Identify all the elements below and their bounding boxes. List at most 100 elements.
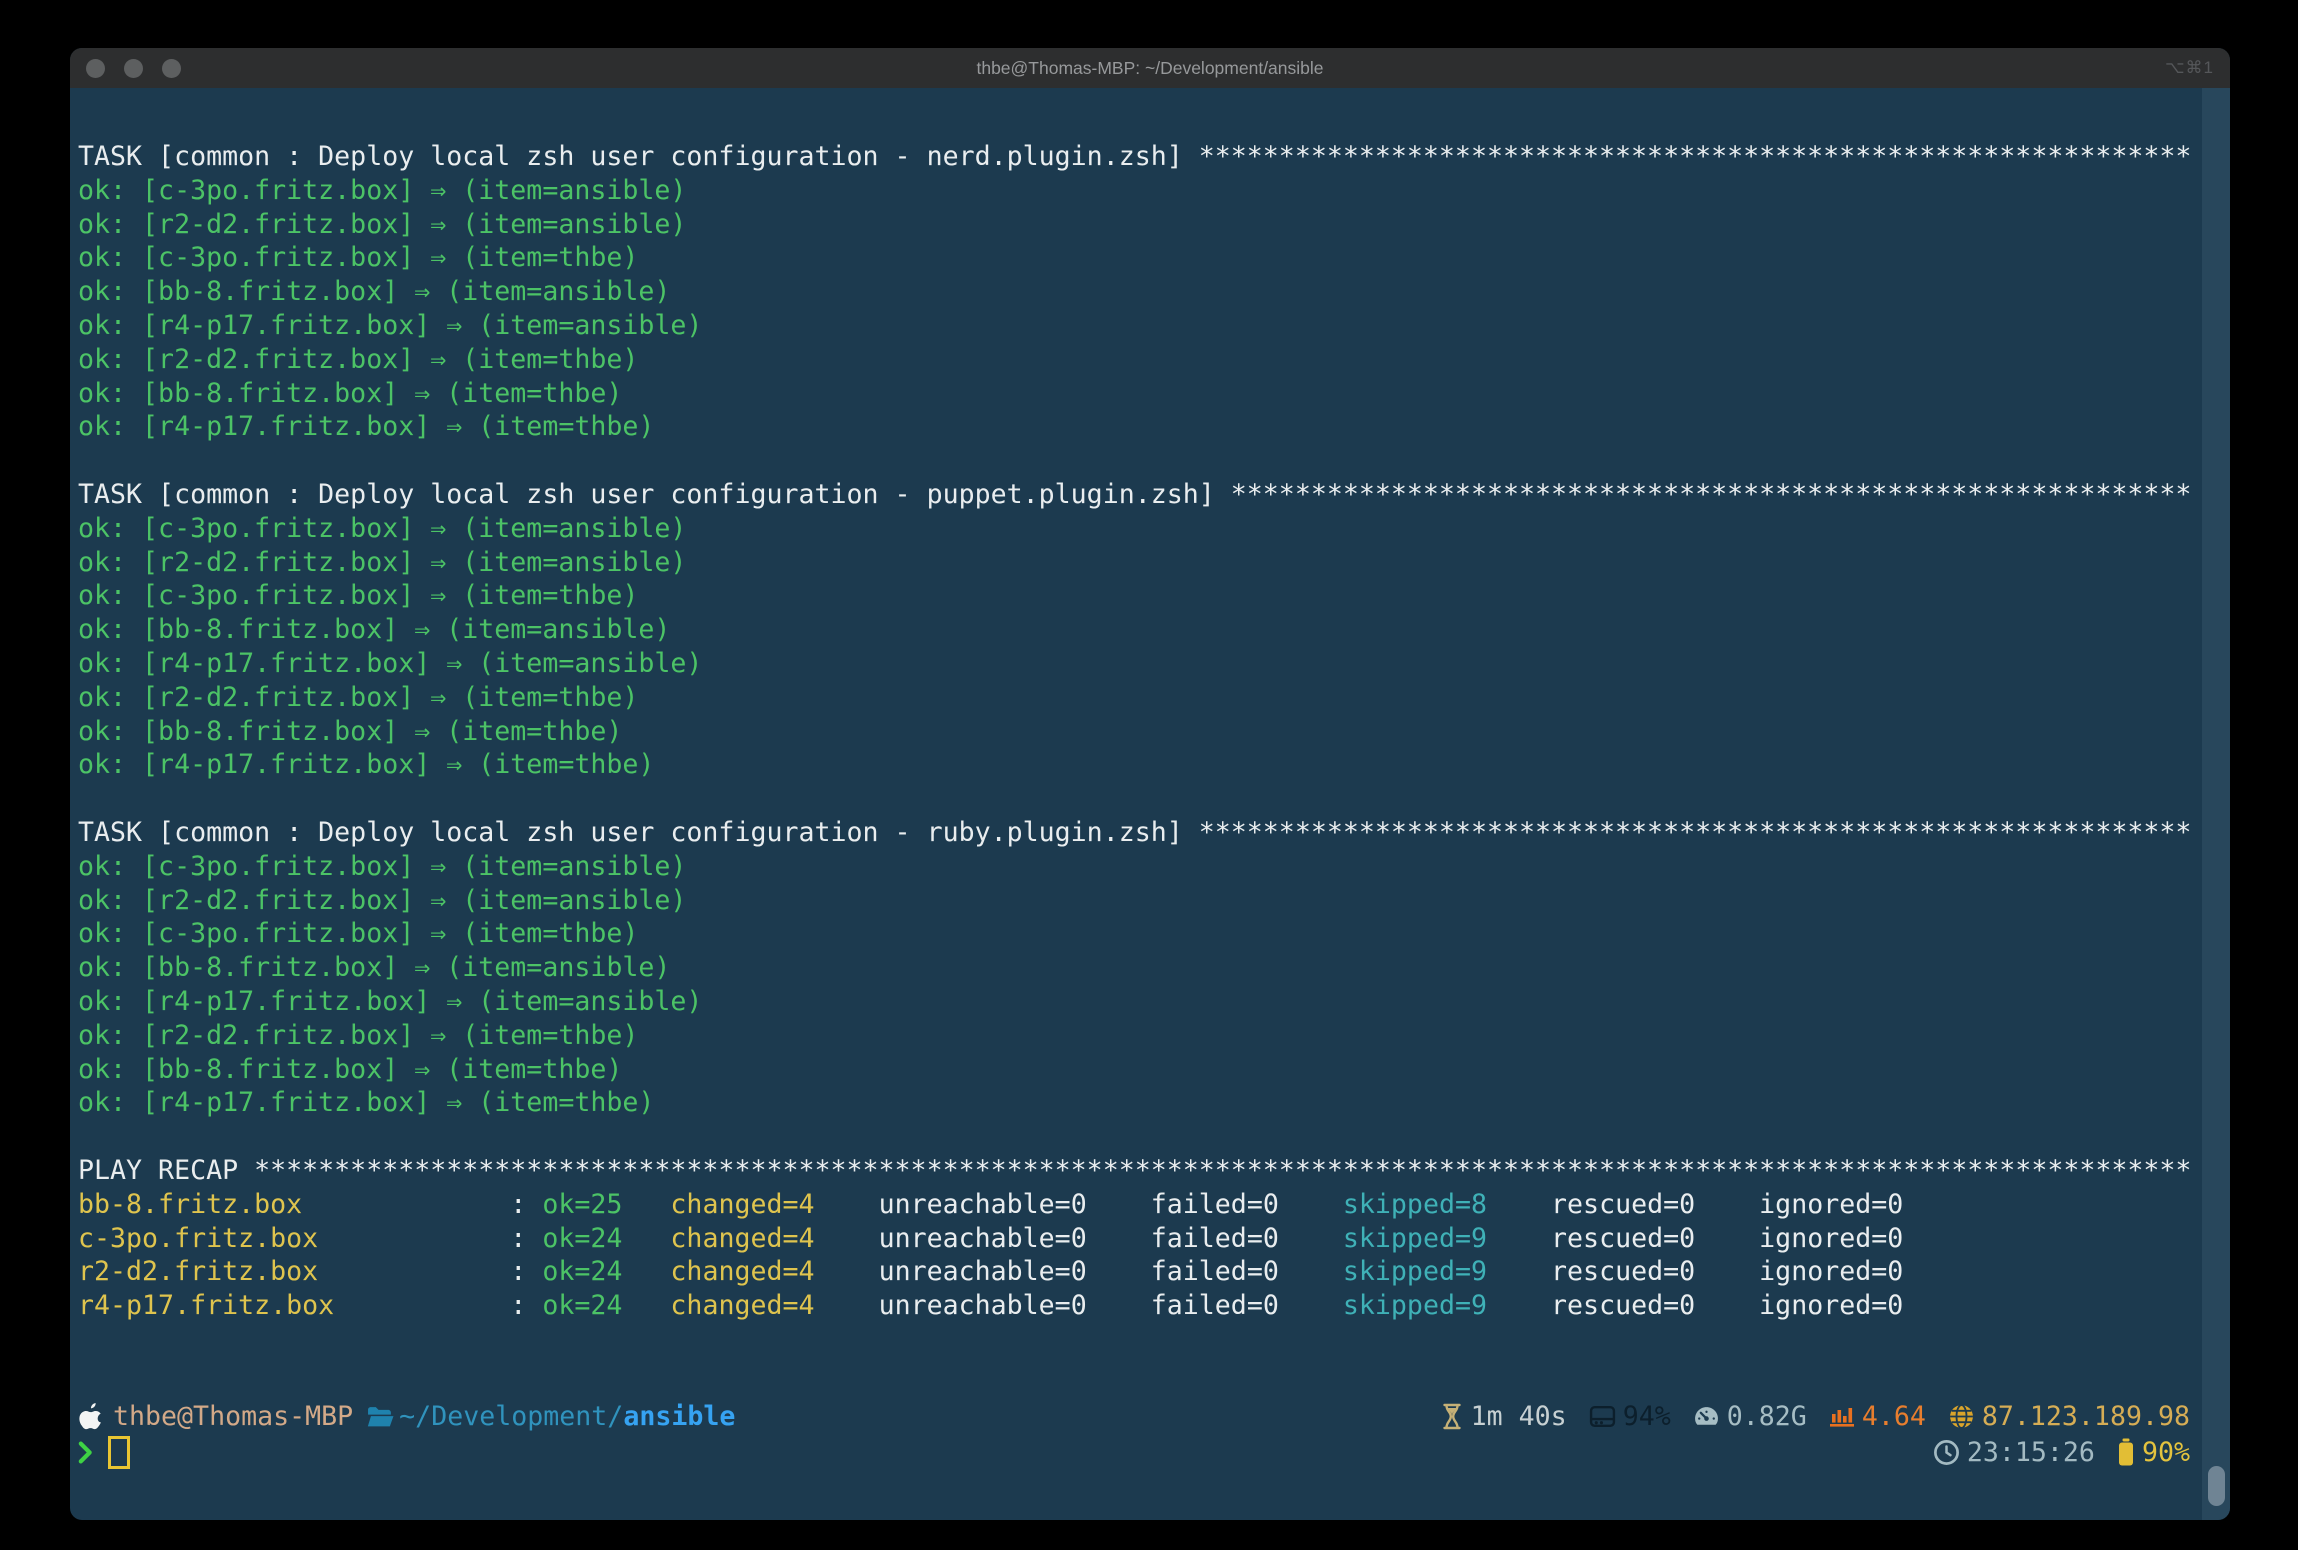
scrollbar-thumb[interactable] — [2208, 1466, 2225, 1506]
ok-line: ok: [r2-d2.fritz.box] ⇒ (item=ansible) — [78, 884, 2202, 918]
ok-line: ok: [r2-d2.fritz.box] ⇒ (item=thbe) — [78, 343, 2202, 377]
task-header-line: TASK [common : Deploy local zsh user con… — [78, 140, 2202, 174]
terminal-text: ok=24 — [542, 1256, 670, 1287]
ok-line: ok: [bb-8.fritz.box] ⇒ (item=thbe) — [78, 715, 2202, 749]
duration-value: 1m 40s — [1471, 1401, 1567, 1432]
recap-row: bb-8.fritz.box : ok=25 changed=4 unreach… — [78, 1188, 2202, 1222]
hard-drive-icon — [1589, 1404, 1616, 1429]
terminal-text: ok: [r4-p17.fritz.box] ⇒ (item=ansible) — [78, 310, 702, 341]
status-line: thbe@Thomas-MBP ~/Development/ansible 1m… — [78, 1399, 2190, 1433]
ok-line: ok: [r4-p17.fritz.box] ⇒ (item=thbe) — [78, 748, 2202, 782]
recap-row: r4-p17.fritz.box : ok=24 changed=4 unrea… — [78, 1289, 2202, 1323]
terminal-text: ok: [bb-8.fritz.box] ⇒ (item=ansible) — [78, 952, 670, 983]
ok-line: ok: [bb-8.fritz.box] ⇒ (item=thbe) — [78, 1053, 2202, 1087]
ok-line: ok: [r4-p17.fritz.box] ⇒ (item=ansible) — [78, 647, 2202, 681]
window-title: thbe@Thomas-MBP: ~/Development/ansible — [70, 58, 2230, 79]
terminal-text: ok: [r4-p17.fritz.box] ⇒ (item=thbe) — [78, 1087, 654, 1118]
ok-line: ok: [r4-p17.fritz.box] ⇒ (item=thbe) — [78, 1086, 2202, 1120]
clock-icon — [1933, 1439, 1960, 1466]
terminal-text: : — [494, 1189, 542, 1220]
terminal-text: rescued=0 — [1551, 1223, 1759, 1254]
battery-value: 90% — [2142, 1437, 2190, 1468]
ok-line: ok: [c-3po.fritz.box] ⇒ (item=thbe) — [78, 241, 2202, 275]
terminal-text: ignored=0 — [1759, 1290, 1951, 1321]
blank-line — [78, 782, 2202, 816]
recap-row: c-3po.fritz.box : ok=24 changed=4 unreac… — [78, 1222, 2202, 1256]
globe-icon — [1948, 1403, 1975, 1430]
task-header-line: TASK [common : Deploy local zsh user con… — [78, 816, 2202, 850]
public-ip-value: 87.123.189.98 — [1982, 1401, 2190, 1432]
terminal-text: changed=4 — [670, 1256, 878, 1287]
terminal-text: changed=4 — [670, 1290, 878, 1321]
ok-line: ok: [c-3po.fritz.box] ⇒ (item=ansible) — [78, 174, 2202, 208]
clock-indicator: 23:15:26 — [1933, 1437, 2095, 1468]
bar-chart-icon — [1829, 1404, 1855, 1428]
terminal-text: failed=0 — [1151, 1290, 1343, 1321]
ok-line: ok: [r2-d2.fritz.box] ⇒ (item=thbe) — [78, 1019, 2202, 1053]
terminal-output: TASK [common : Deploy local zsh user con… — [70, 88, 2202, 1520]
terminal-text: changed=4 — [670, 1189, 878, 1220]
ok-line: ok: [r2-d2.fritz.box] ⇒ (item=ansible) — [78, 208, 2202, 242]
terminal-text: ok: [bb-8.fritz.box] ⇒ (item=thbe) — [78, 378, 622, 409]
prompt-line[interactable]: 23:15:26 90% — [78, 1435, 2190, 1469]
terminal-text: ok: [c-3po.fritz.box] ⇒ (item=thbe) — [78, 918, 638, 949]
cwd-path: ~/Development/ — [399, 1401, 623, 1432]
terminal-text: r4-p17.fritz.box — [78, 1290, 494, 1321]
terminal-text: rescued=0 — [1551, 1189, 1759, 1220]
terminal-text: ok: [bb-8.fritz.box] ⇒ (item=ansible) — [78, 276, 670, 307]
title-bar[interactable]: thbe@Thomas-MBP: ~/Development/ansible ⌥… — [70, 48, 2230, 88]
task-header-line: TASK [common : Deploy local zsh user con… — [78, 478, 2202, 512]
terminal-text: ok: [bb-8.fritz.box] ⇒ (item=ansible) — [78, 614, 670, 645]
blank-line — [78, 444, 2202, 478]
terminal-text: unreachable=0 — [879, 1223, 1151, 1254]
scrollbar-track[interactable] — [2202, 88, 2230, 1520]
terminal-text: ok: [r2-d2.fritz.box] ⇒ (item=ansible) — [78, 209, 686, 240]
terminal-text: PLAY RECAP *****************************… — [78, 1155, 2191, 1186]
load-indicator: 4.64 — [1829, 1401, 1926, 1432]
ok-line: ok: [r4-p17.fritz.box] ⇒ (item=thbe) — [78, 410, 2202, 444]
terminal-text: ok: [c-3po.fritz.box] ⇒ (item=ansible) — [78, 175, 686, 206]
tab-shortcut-label: ⌥⌘1 — [2165, 58, 2214, 78]
terminal-text: ok: [c-3po.fritz.box] ⇒ (item=thbe) — [78, 580, 638, 611]
terminal-text: r2-d2.fritz.box — [78, 1256, 494, 1287]
prompt-status-area: thbe@Thomas-MBP ~/Development/ansible 1m… — [78, 1399, 2190, 1469]
terminal-text: TASK [common : Deploy local zsh user con… — [78, 479, 2191, 510]
terminal-text: ok: [r4-p17.fritz.box] ⇒ (item=ansible) — [78, 986, 702, 1017]
ok-line: ok: [r4-p17.fritz.box] ⇒ (item=ansible) — [78, 985, 2202, 1019]
terminal-text: bb-8.fritz.box — [78, 1189, 494, 1220]
battery-indicator: 90% — [2117, 1437, 2190, 1468]
terminal-text: skipped=9 — [1343, 1290, 1551, 1321]
duration-indicator: 1m 40s — [1440, 1401, 1567, 1432]
ok-line: ok: [r2-d2.fritz.box] ⇒ (item=ansible) — [78, 546, 2202, 580]
ok-line: ok: [bb-8.fritz.box] ⇒ (item=thbe) — [78, 377, 2202, 411]
disk-usage-indicator: 94% — [1589, 1401, 1671, 1432]
terminal-text: failed=0 — [1151, 1223, 1343, 1254]
terminal-text: rescued=0 — [1551, 1290, 1759, 1321]
terminal-text: ok: [bb-8.fritz.box] ⇒ (item=thbe) — [78, 1054, 622, 1085]
terminal-text: : — [494, 1290, 542, 1321]
status-right: 1m 40s 94% 0.82G 4.64 87.123.189.98 — [1440, 1401, 2190, 1432]
terminal-text: skipped=8 — [1343, 1189, 1551, 1220]
terminal-text: ok: [r2-d2.fritz.box] ⇒ (item=thbe) — [78, 682, 638, 713]
disk-usage-value: 94% — [1623, 1401, 1671, 1432]
status-left: thbe@Thomas-MBP ~/Development/ansible — [78, 1401, 735, 1432]
terminal-text: : — [494, 1223, 542, 1254]
load-value: 4.64 — [1862, 1401, 1926, 1432]
blank-line — [78, 1120, 2202, 1154]
ok-line: ok: [bb-8.fritz.box] ⇒ (item=ansible) — [78, 951, 2202, 985]
terminal-text: changed=4 — [670, 1223, 878, 1254]
recap-header-line: PLAY RECAP *****************************… — [78, 1154, 2202, 1188]
terminal-text: ok=24 — [542, 1223, 670, 1254]
prompt-chevron-icon — [78, 1441, 93, 1464]
cwd-current-dir: ansible — [623, 1401, 735, 1432]
ok-line: ok: [bb-8.fritz.box] ⇒ (item=ansible) — [78, 275, 2202, 309]
ok-line: ok: [c-3po.fritz.box] ⇒ (item=ansible) — [78, 850, 2202, 884]
ok-line: ok: [c-3po.fritz.box] ⇒ (item=thbe) — [78, 579, 2202, 613]
ok-line: ok: [c-3po.fritz.box] ⇒ (item=thbe) — [78, 917, 2202, 951]
memory-value: 0.82G — [1727, 1401, 1807, 1432]
terminal-cursor — [108, 1436, 130, 1469]
clock-battery-group: 23:15:26 90% — [1933, 1437, 2190, 1468]
ok-line: ok: [c-3po.fritz.box] ⇒ (item=ansible) — [78, 512, 2202, 546]
terminal-text: ok: [r2-d2.fritz.box] ⇒ (item=ansible) — [78, 885, 686, 916]
public-ip-indicator: 87.123.189.98 — [1948, 1401, 2190, 1432]
